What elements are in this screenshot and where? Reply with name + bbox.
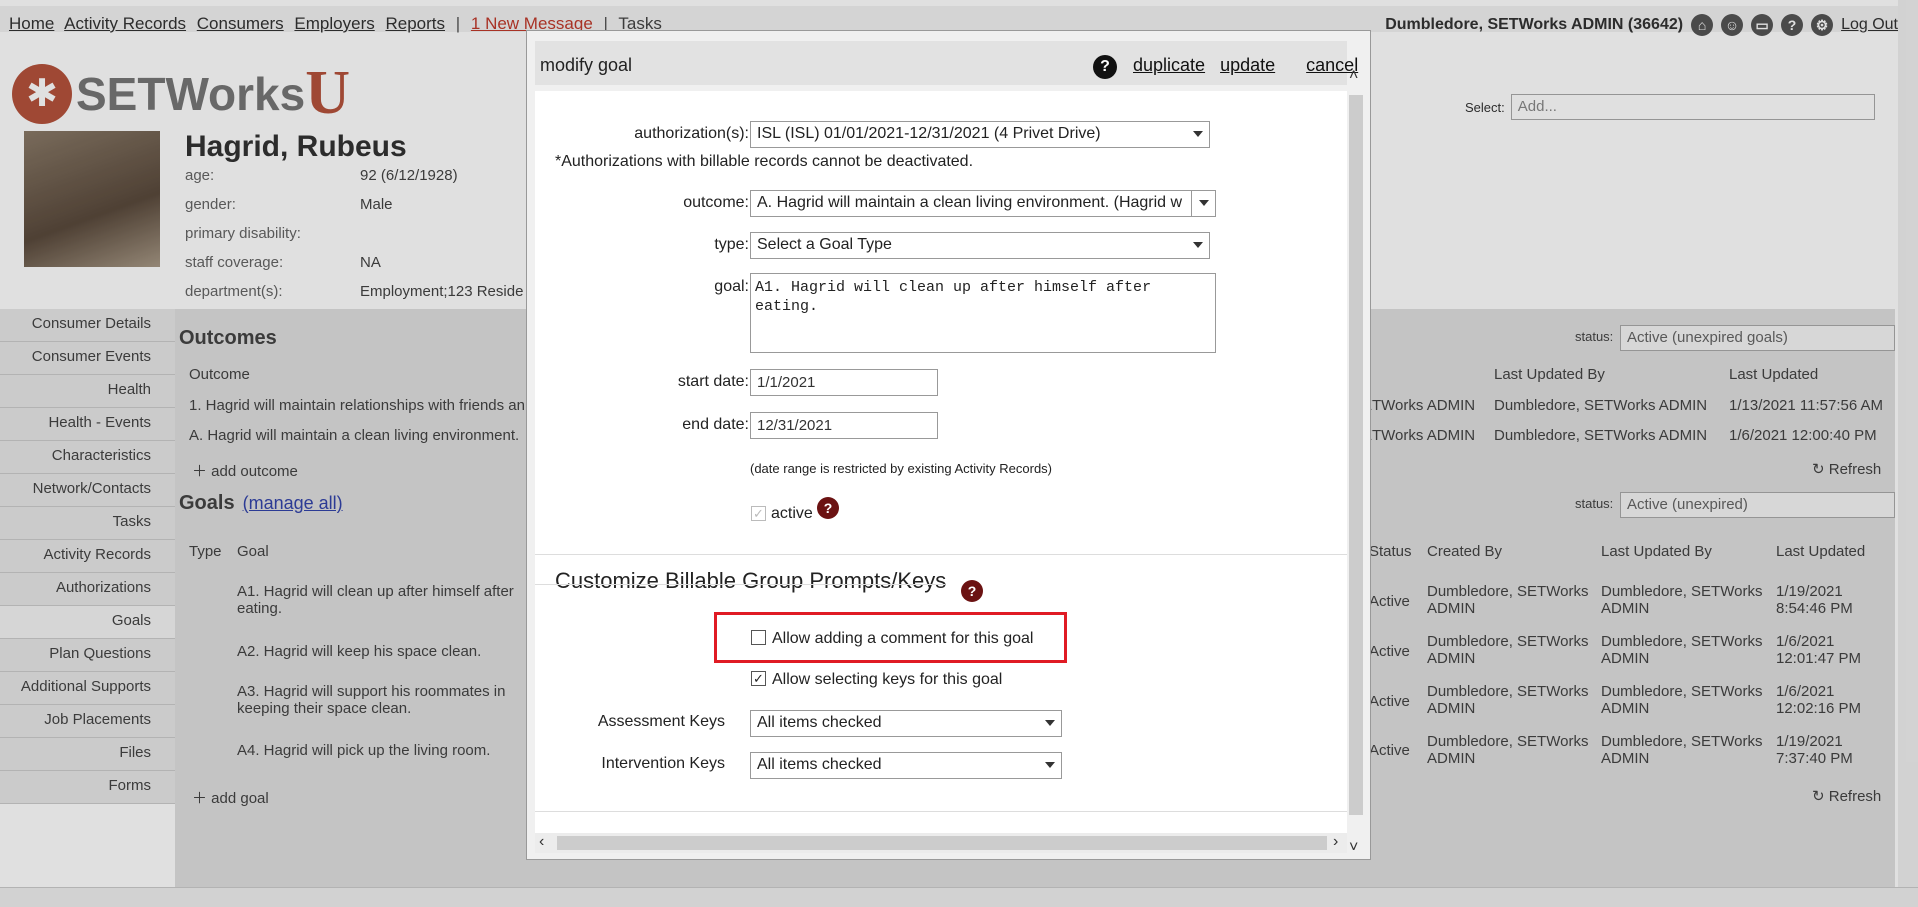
outcome-select[interactable]: A. Hagrid will maintain a clean living e…	[750, 190, 1216, 217]
goal-textarea[interactable]: A1. Hagrid will clean up after himself a…	[750, 273, 1216, 353]
dialog-title: modify goal	[540, 55, 633, 75]
outcome-value: A. Hagrid will maintain a clean living e…	[757, 194, 1183, 211]
modify-goal-dialog: modify goal ? duplicate update cancel au…	[526, 30, 1371, 860]
intervention-keys-value: All items checked	[757, 756, 882, 773]
chevron-down-icon	[1199, 200, 1209, 206]
active-label: active	[771, 505, 813, 522]
outcome-label: outcome:	[683, 194, 749, 211]
section-divider	[535, 811, 1347, 812]
end-date-input[interactable]: 12/31/2021	[750, 412, 938, 439]
scroll-thumb[interactable]	[557, 836, 1327, 850]
assessment-keys-label: Assessment Keys	[597, 713, 725, 730]
duplicate-button[interactable]: duplicate	[1133, 55, 1205, 75]
chevron-down-icon	[1193, 131, 1203, 137]
authorization-select[interactable]: ISL (ISL) 01/01/2021-12/31/2021 (4 Prive…	[750, 121, 1210, 148]
chevron-down-icon[interactable]: ˅	[1349, 839, 1358, 857]
allow-keys-checkbox[interactable]: ✓	[751, 671, 766, 686]
allow-keys-label: Allow selecting keys for this goal	[772, 671, 1003, 688]
allow-comment-checkbox[interactable]	[751, 630, 766, 645]
dialog-vertical-scrollbar[interactable]: ˄ ˅	[1345, 67, 1363, 859]
assessment-keys-select[interactable]: All items checked	[750, 710, 1062, 737]
dialog-horizontal-scrollbar[interactable]: ‹ ›	[535, 833, 1347, 853]
chevron-left-icon[interactable]: ‹	[539, 833, 544, 851]
chevron-right-icon[interactable]: ›	[1333, 833, 1338, 851]
dialog-body: authorization(s): ISL (ISL) 01/01/2021-1…	[535, 91, 1347, 833]
intervention-keys-select[interactable]: All items checked	[750, 752, 1062, 779]
allow-comment-label: Allow adding a comment for this goal	[772, 630, 1034, 647]
goal-label: goal:	[714, 278, 749, 295]
type-select[interactable]: Select a Goal Type	[750, 232, 1210, 259]
chevron-up-icon[interactable]: ˄	[1349, 67, 1358, 85]
start-date-label: start date:	[677, 373, 749, 390]
type-label: type:	[714, 236, 749, 253]
authorization-note: *Authorizations with billable records ca…	[555, 153, 974, 170]
scroll-thumb[interactable]	[1349, 95, 1363, 815]
active-checkbox[interactable]: ✓	[751, 506, 766, 521]
date-range-note: (date range is restricted by existing Ac…	[750, 461, 1053, 476]
end-date-label: end date:	[682, 416, 749, 433]
update-button[interactable]: update	[1220, 55, 1275, 75]
authorization-value: ISL (ISL) 01/01/2021-12/31/2021 (4 Prive…	[757, 125, 1101, 142]
section-divider	[535, 584, 945, 585]
chevron-down-icon	[1045, 762, 1055, 768]
chevron-down-icon	[1193, 242, 1203, 248]
intervention-keys-label: Intervention Keys	[601, 755, 725, 772]
authorization-label: authorization(s):	[634, 125, 749, 142]
assessment-keys-value: All items checked	[757, 714, 882, 731]
help-icon[interactable]: ?	[961, 580, 983, 602]
section-divider	[535, 554, 1347, 555]
dialog-actions: duplicate update cancel	[1133, 55, 1368, 76]
chevron-down-icon	[1045, 720, 1055, 726]
help-icon[interactable]: ?	[1093, 55, 1117, 79]
start-date-input[interactable]: 1/1/2021	[750, 369, 938, 396]
help-icon[interactable]: ?	[817, 497, 839, 519]
type-value: Select a Goal Type	[757, 236, 892, 253]
billable-section-title: Customize Billable Group Prompts/Keys	[555, 568, 947, 593]
